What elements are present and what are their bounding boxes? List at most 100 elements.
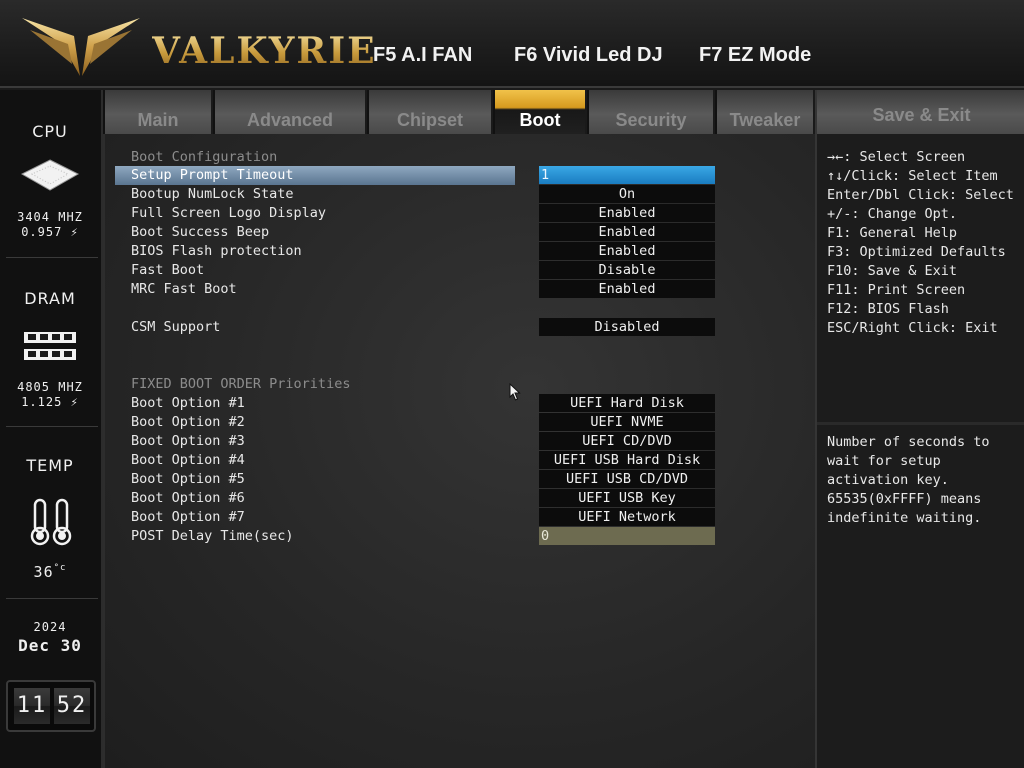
- setting-row-post-delay[interactable]: POST Delay Time(sec) 0: [115, 527, 815, 546]
- valkyrie-wings-logo-icon: [22, 18, 140, 76]
- tab-tweaker[interactable]: Tweaker: [717, 90, 815, 134]
- setting-label: Boot Option #2: [131, 414, 245, 430]
- setting-row-boot-option-5[interactable]: Boot Option #5 UEFI USB CD/DVD: [115, 470, 815, 489]
- mrc-fast-boot-select[interactable]: Enabled: [539, 280, 715, 298]
- boot-option-2-select[interactable]: UEFI NVME: [539, 413, 715, 431]
- setting-label: Boot Option #6: [131, 490, 245, 506]
- post-delay-input[interactable]: 0: [539, 527, 715, 545]
- help-panel: Save & Exit →←: Select Screen ↑↓/Click: …: [815, 90, 1024, 768]
- system-status-panel: CPU 3404 MHZ 0.957 ⚡ DRAM 4805 MHZ 1.125…: [0, 90, 103, 768]
- help-description-line: activation key.: [827, 472, 949, 488]
- setting-row-boot-option-3[interactable]: Boot Option #3 UEFI CD/DVD: [115, 432, 815, 451]
- setting-row-csm-support[interactable]: CSM Support Disabled: [115, 318, 815, 337]
- setting-row-fast-boot[interactable]: Fast Boot Disable: [115, 261, 815, 280]
- date-year: 2024: [33, 620, 67, 634]
- setting-label: MRC Fast Boot: [131, 281, 237, 297]
- boot-settings-panel: Boot Configuration Setup Prompt Timeout …: [103, 134, 815, 768]
- tab-save-exit[interactable]: Save & Exit: [817, 90, 1024, 134]
- fast-boot-select[interactable]: Disable: [539, 261, 715, 279]
- clock-minutes: 52: [54, 688, 90, 724]
- setting-row-boot-option-6[interactable]: Boot Option #6 UEFI USB Key: [115, 489, 815, 508]
- dram-module-icon: [24, 332, 76, 360]
- tab-main[interactable]: Main: [105, 90, 213, 134]
- boot-option-3-select[interactable]: UEFI CD/DVD: [539, 432, 715, 450]
- tab-advanced[interactable]: Advanced: [215, 90, 367, 134]
- setting-row-logo-display[interactable]: Full Screen Logo Display Enabled: [115, 204, 815, 223]
- setting-label: Boot Option #3: [131, 433, 245, 449]
- clock-display: 11 52: [6, 680, 96, 732]
- thermometer-icon: [30, 498, 72, 546]
- hotkey-ez-mode[interactable]: F7 EZ Mode: [699, 44, 811, 67]
- boot-option-4-select[interactable]: UEFI USB Hard Disk: [539, 451, 715, 469]
- setting-row-success-beep[interactable]: Boot Success Beep Enabled: [115, 223, 815, 242]
- dram-voltage: 1.125 ⚡: [21, 395, 79, 409]
- divider: [6, 598, 98, 599]
- celsius-unit-icon: °c: [53, 563, 67, 573]
- logo-display-select[interactable]: Enabled: [539, 204, 715, 222]
- temperature-value: 36°c: [33, 563, 67, 581]
- setting-row-boot-option-4[interactable]: Boot Option #4 UEFI USB Hard Disk: [115, 451, 815, 470]
- brand-title: VALKYRIE: [152, 30, 377, 72]
- setting-row-boot-option-1[interactable]: Boot Option #1 UEFI Hard Disk: [115, 394, 815, 413]
- success-beep-select[interactable]: Enabled: [539, 223, 715, 241]
- cpu-title: CPU: [32, 122, 68, 141]
- setup-prompt-timeout-input[interactable]: 1: [539, 166, 715, 184]
- setting-label: POST Delay Time(sec): [131, 528, 294, 544]
- hotkey-vivid-led-dj[interactable]: F6 Vivid Led DJ: [514, 44, 663, 67]
- help-description-line: 65535(0xFFFF) means: [827, 491, 982, 507]
- help-key-change-opt: +/-: Change Opt.: [827, 206, 958, 222]
- date-day: Dec 30: [18, 636, 82, 655]
- help-key-select-item: ↑↓/Click: Select Item: [827, 168, 998, 184]
- help-key-save-exit: F10: Save & Exit: [827, 263, 958, 279]
- cpu-chip-icon: [20, 159, 80, 191]
- setting-row-numlock[interactable]: Bootup NumLock State On: [115, 185, 815, 204]
- clock-hours: 11: [14, 688, 50, 724]
- setting-label: Setup Prompt Timeout: [131, 167, 294, 183]
- cpu-frequency: 3404 MHZ: [17, 210, 83, 224]
- setting-label: Boot Success Beep: [131, 224, 270, 240]
- divider: [6, 426, 98, 427]
- temp-title: TEMP: [26, 456, 74, 475]
- setting-row-setup-prompt-timeout[interactable]: Setup Prompt Timeout 1: [115, 166, 815, 185]
- hotkey-ai-fan[interactable]: F5 A.I FAN: [373, 44, 472, 67]
- help-divider: [817, 422, 1024, 425]
- help-key-optimized-defaults: F3: Optimized Defaults: [827, 244, 1006, 260]
- boot-option-6-select[interactable]: UEFI USB Key: [539, 489, 715, 507]
- setting-label: Boot Option #5: [131, 471, 245, 487]
- setting-row-flash-protection[interactable]: BIOS Flash protection Enabled: [115, 242, 815, 261]
- tab-chipset[interactable]: Chipset: [369, 90, 493, 134]
- help-key-select-screen: →←: Select Screen: [827, 149, 966, 165]
- section-header: FIXED BOOT ORDER Priorities: [115, 375, 815, 394]
- help-key-exit: ESC/Right Click: Exit: [827, 320, 998, 336]
- dram-frequency: 4805 MHZ: [17, 380, 83, 394]
- boot-option-5-select[interactable]: UEFI USB CD/DVD: [539, 470, 715, 488]
- top-header: VALKYRIE F5 A.I FAN F6 Vivid Led DJ F7 E…: [0, 0, 1024, 88]
- help-description-line: indefinite waiting.: [827, 510, 982, 526]
- flash-protection-select[interactable]: Enabled: [539, 242, 715, 260]
- dram-title: DRAM: [24, 289, 76, 308]
- help-description-line: Number of seconds to: [827, 434, 990, 450]
- setting-row-boot-option-2[interactable]: Boot Option #2 UEFI NVME: [115, 413, 815, 432]
- setting-row-boot-option-7[interactable]: Boot Option #7 UEFI Network: [115, 508, 815, 527]
- setting-label: Bootup NumLock State: [131, 186, 294, 202]
- boot-option-1-select[interactable]: UEFI Hard Disk: [539, 394, 715, 412]
- section-header: Boot Configuration: [115, 148, 815, 167]
- voltage-bolt-icon: ⚡: [70, 395, 79, 409]
- tab-security[interactable]: Security: [589, 90, 715, 134]
- voltage-bolt-icon: ⚡: [70, 225, 79, 239]
- divider: [6, 257, 98, 258]
- mouse-pointer-icon: [509, 383, 521, 401]
- setting-row-mrc-fast-boot[interactable]: MRC Fast Boot Enabled: [115, 280, 815, 299]
- tab-bar: Main Advanced Chipset Boot Security Twea…: [103, 90, 815, 134]
- tab-boot[interactable]: Boot: [495, 90, 587, 134]
- csm-support-select[interactable]: Disabled: [539, 318, 715, 336]
- boot-option-7-select[interactable]: UEFI Network: [539, 508, 715, 526]
- numlock-select[interactable]: On: [539, 185, 715, 203]
- help-key-select: Enter/Dbl Click: Select: [827, 187, 1014, 203]
- help-key-bios-flash: F12: BIOS Flash: [827, 301, 949, 317]
- setting-label: Boot Option #7: [131, 509, 245, 525]
- setting-label: Fast Boot: [131, 262, 205, 278]
- setting-label: Boot Option #4: [131, 452, 245, 468]
- setting-label: BIOS Flash protection: [131, 243, 302, 259]
- cpu-voltage: 0.957 ⚡: [21, 225, 79, 239]
